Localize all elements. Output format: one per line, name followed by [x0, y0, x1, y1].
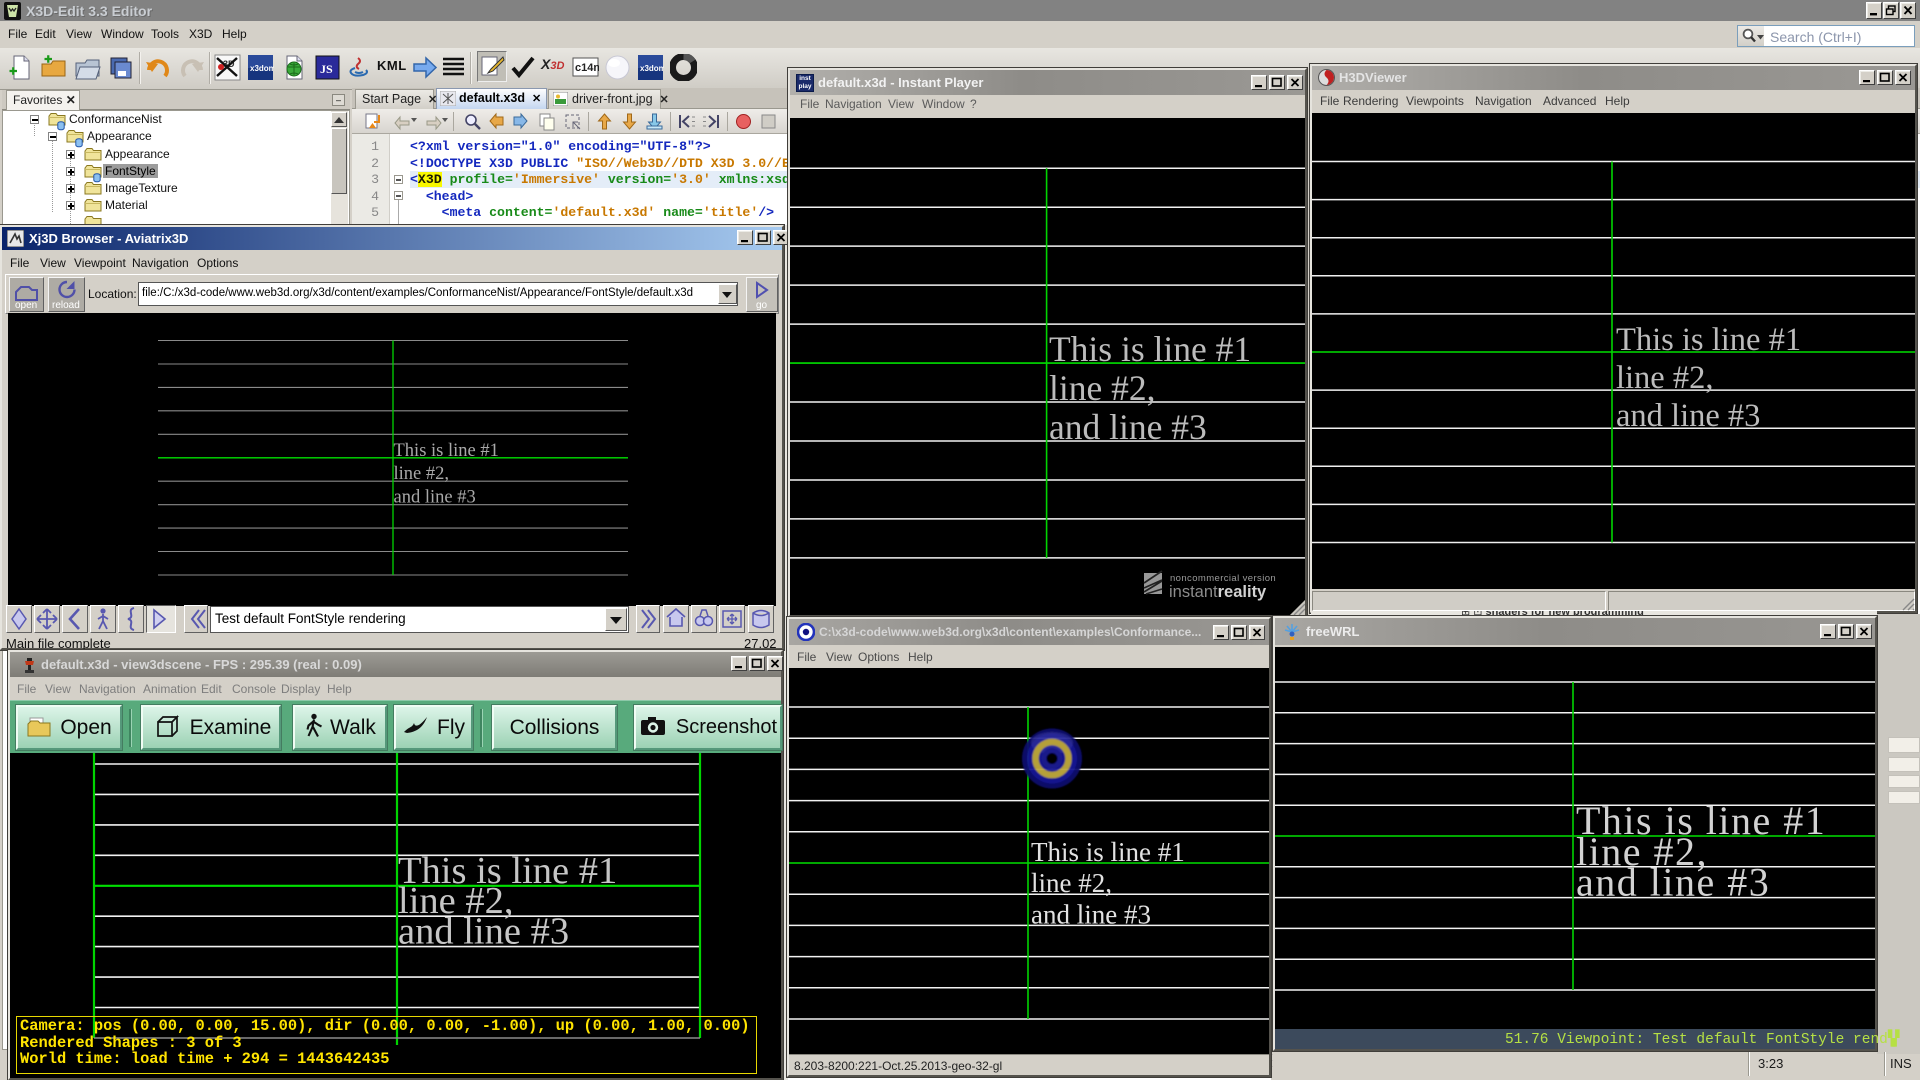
svg-text:and line #3: and line #3: [1576, 860, 1770, 905]
svg-text:and line #3: and line #3: [398, 911, 569, 953]
svg-text:line #2,: line #2,: [1616, 360, 1713, 396]
svg-text:JS: JS: [320, 62, 333, 76]
svg-text:line #2,: line #2,: [394, 464, 450, 484]
svg-text:This is line #1: This is line #1: [1616, 322, 1801, 358]
svg-text:and line #3: and line #3: [1616, 398, 1760, 434]
svg-text:reload: reload: [52, 300, 80, 311]
svg-text:This is line #1: This is line #1: [1031, 837, 1185, 867]
svg-text:line #2,: line #2,: [1031, 868, 1112, 898]
svg-text:and line #3: and line #3: [394, 488, 476, 508]
svg-text:x3dom: x3dom: [640, 64, 664, 73]
svg-text:open: open: [15, 300, 37, 311]
svg-text:x3dom: x3dom: [250, 64, 274, 73]
svg-text:go: go: [756, 300, 768, 311]
svg-text:This is line #1: This is line #1: [394, 441, 499, 461]
svg-text:instantreality: instantreality: [1169, 583, 1267, 601]
svg-text:and line #3: and line #3: [1031, 899, 1151, 929]
svg-text:c14n: c14n: [575, 62, 599, 74]
